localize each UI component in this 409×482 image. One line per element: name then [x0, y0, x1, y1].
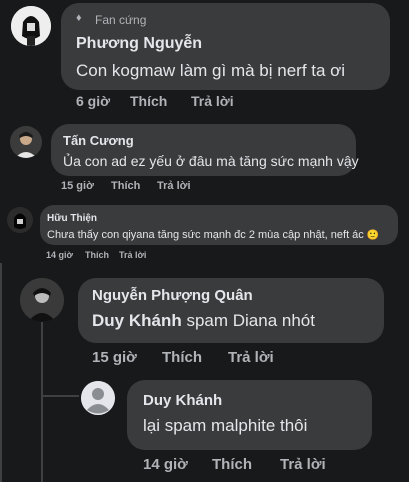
- avatar[interactable]: [7, 207, 33, 233]
- comment-bubble: [127, 380, 372, 450]
- comment-time[interactable]: 15 giờ: [92, 349, 137, 366]
- avatar[interactable]: [20, 278, 64, 322]
- diamond-icon: ♦: [76, 12, 82, 24]
- smile-emoji-icon: 🙂: [366, 230, 380, 241]
- comment-text: Ủa con ad ez yếu ở đâu mà tăng sức mạnh …: [63, 153, 359, 169]
- comment-time[interactable]: 15 giờ: [61, 180, 94, 192]
- thread-line: [0, 263, 2, 482]
- commenter-name[interactable]: Hữu Thiện: [47, 213, 97, 224]
- reply-button[interactable]: Trả lời: [228, 349, 274, 366]
- avatar[interactable]: [81, 381, 115, 415]
- avatar[interactable]: [11, 6, 51, 46]
- avatar[interactable]: [10, 126, 42, 158]
- reply-button[interactable]: Trả lời: [280, 456, 326, 473]
- like-button[interactable]: Thích: [162, 349, 202, 366]
- comment-text: Duy Khánh spam Diana nhót: [92, 311, 315, 330]
- mention-link[interactable]: Duy Khánh: [92, 311, 182, 330]
- commenter-name[interactable]: Duy Khánh: [143, 392, 222, 409]
- commenter-name[interactable]: Nguyễn Phượng Quân: [92, 287, 253, 304]
- like-button[interactable]: Thích: [85, 250, 109, 260]
- like-button[interactable]: Thích: [212, 456, 252, 473]
- like-button[interactable]: Thích: [130, 93, 167, 109]
- comment-text: Con kogmaw làm gì mà bị nerf ta ơi: [76, 61, 346, 80]
- comment-text: lại spam malphite thôi: [143, 416, 308, 435]
- commenter-name[interactable]: Phương Nguyễn: [76, 35, 202, 53]
- reply-button[interactable]: Trả lời: [191, 93, 234, 109]
- like-button[interactable]: Thích: [111, 180, 140, 192]
- comment-time[interactable]: 14 giờ: [46, 250, 73, 260]
- comment-time[interactable]: 6 giờ: [76, 93, 110, 109]
- fan-badge: Fan cứng: [95, 13, 147, 27]
- comment-time[interactable]: 14 giờ: [143, 456, 188, 473]
- reply-button[interactable]: Trả lời: [119, 250, 146, 260]
- thread-line: [41, 322, 43, 482]
- reply-button[interactable]: Trả lời: [157, 180, 191, 192]
- comment-text: Chưa thấy con qiyana tăng sức mạnh đc 2 …: [47, 229, 380, 241]
- thread-connector: [41, 395, 79, 397]
- commenter-name[interactable]: Tấn Cương: [63, 133, 134, 148]
